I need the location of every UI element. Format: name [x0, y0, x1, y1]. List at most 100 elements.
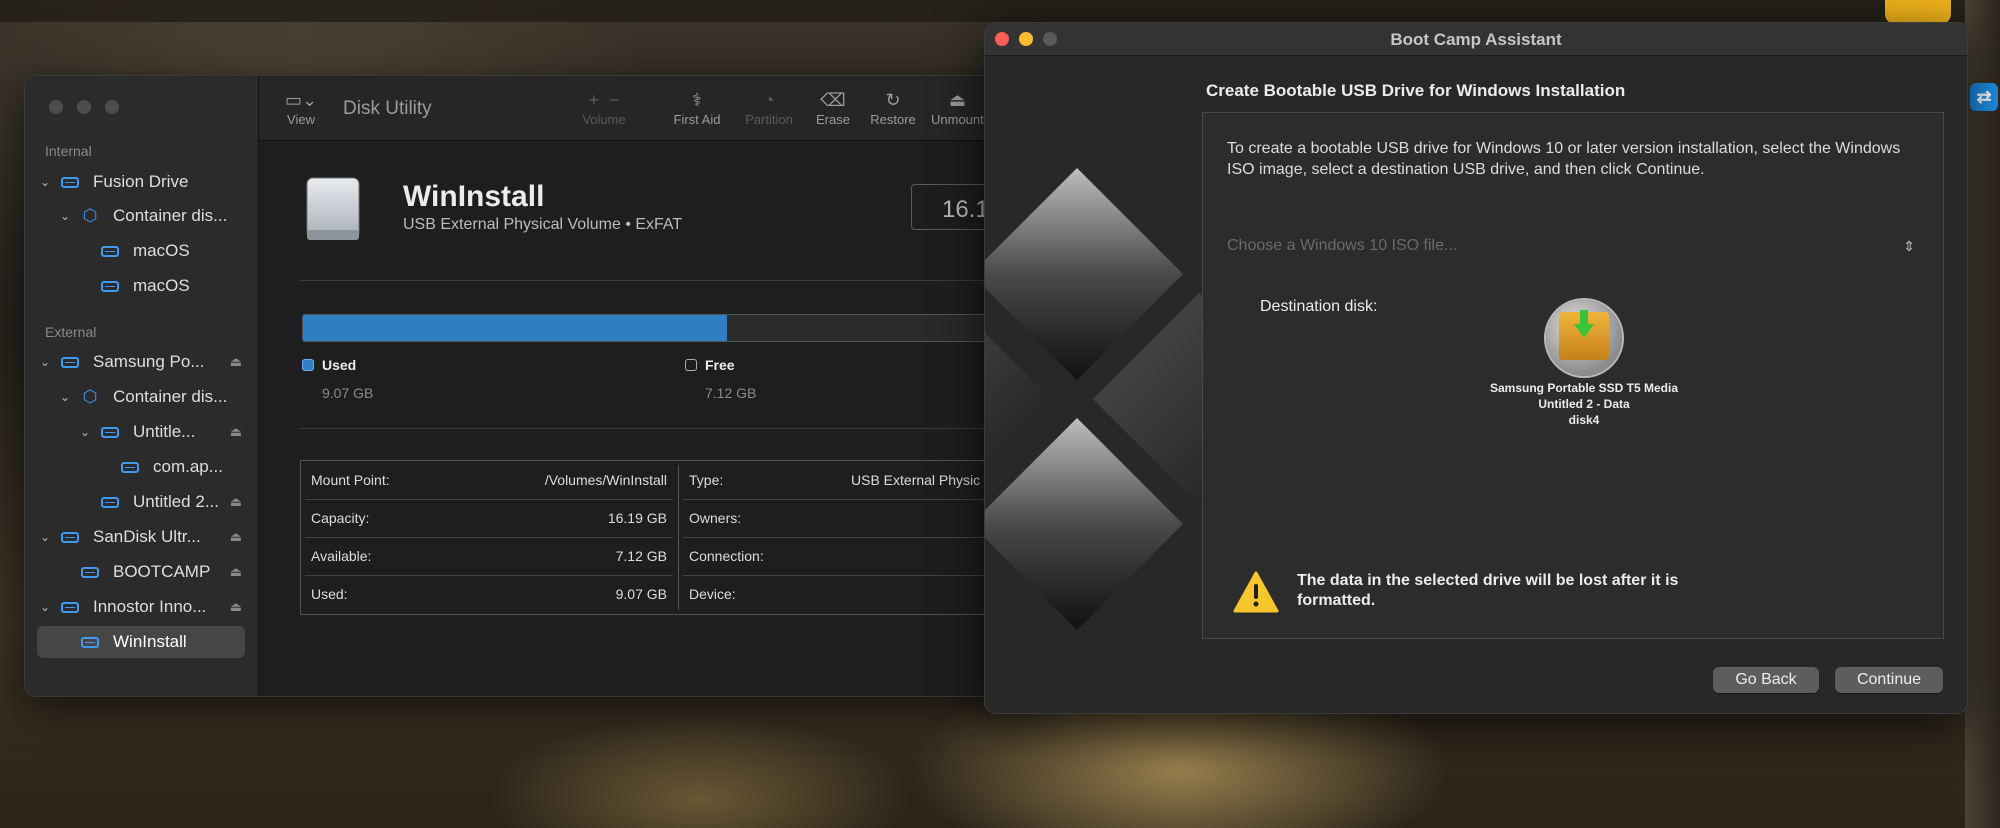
iso-file-select[interactable]: Choose a Windows 10 ISO file... ⇕: [1227, 231, 1923, 261]
plus-minus-icon: + −: [588, 90, 620, 110]
drive-id: disk4: [1568, 413, 1600, 427]
sidebar-section-internal: Internal: [45, 143, 92, 159]
disk-icon: [101, 426, 119, 438]
info-device: Device:: [689, 586, 736, 602]
teamviewer-icon[interactable]: ⇄: [1970, 83, 1998, 111]
sidebar-item-wininstall[interactable]: WinInstall: [57, 625, 242, 659]
legend-used: Used 9.07 GB: [302, 357, 373, 401]
disk-icon: [101, 280, 119, 292]
disk-icon: [101, 245, 119, 257]
volume-subtitle: USB External Physical Volume • ExFAT: [403, 216, 683, 233]
sidebar-item-untitled[interactable]: ⌄ Untitle... ⏏: [77, 415, 242, 449]
minimize-button[interactable]: [77, 100, 91, 114]
info-table: Mount Point: /Volumes/WinInstall Capacit…: [300, 460, 1025, 615]
sidebar-item-label: Untitled 2...: [133, 492, 219, 511]
info-owners: Owners:: [689, 510, 742, 526]
disk-icon: [101, 496, 119, 508]
usage-bar-used: [303, 315, 728, 341]
eject-icon[interactable]: ⏏: [230, 529, 242, 545]
content-panel: To create a bootable USB drive for Windo…: [1202, 112, 1944, 639]
info-available: Available: 7.12 GB: [311, 548, 667, 564]
chevron-down-icon[interactable]: ⌄: [37, 600, 53, 614]
sidebar-item-innostor[interactable]: ⌄ Innostor Inno... ⏏: [37, 590, 242, 624]
chevron-down-icon[interactable]: ⌄: [57, 209, 73, 223]
eject-icon[interactable]: ⏏: [230, 599, 242, 615]
volume-button[interactable]: + − Volume: [574, 88, 634, 127]
external-drive-icon: [302, 176, 372, 246]
sidebar-item-label: Innostor Inno...: [93, 597, 207, 616]
sidebar-item-label: BOOTCAMP: [113, 562, 211, 581]
sidebar-item-label: Container dis...: [113, 206, 228, 225]
sidebar-item-label: macOS: [133, 276, 190, 295]
chevron-down-icon[interactable]: ⌄: [77, 425, 93, 439]
title-bar: Boot Camp Assistant: [985, 23, 1967, 56]
sidebar-section-external: External: [45, 324, 97, 340]
divider: [299, 280, 1025, 281]
sidebar-item-fusion-drive[interactable]: ⌄ Fusion Drive: [37, 165, 242, 199]
sidebar-item-label: Container dis...: [113, 387, 228, 406]
sidebar: Internal External ⌄ Fusion Drive ⌄ ⬡ Con…: [25, 76, 259, 696]
disk-icon: [121, 461, 139, 473]
updown-chevron-icon: ⇕: [1903, 238, 1915, 254]
partition-button[interactable]: ◔ Partition: [737, 88, 801, 127]
sidebar-item-label: WinInstall: [113, 632, 187, 651]
erase-button[interactable]: ⌫ Erase: [811, 88, 855, 127]
chevron-down-icon[interactable]: ⌄: [37, 530, 53, 544]
sidebar-item-sandisk[interactable]: ⌄ SanDisk Ultr... ⏏: [37, 520, 242, 554]
sidebar-toggle-icon: ▭⌄: [284, 90, 318, 110]
usage-bar: [302, 314, 1025, 342]
sidebar-item-bootcamp[interactable]: BOOTCAMP ⏏: [57, 555, 242, 589]
info-capacity: Capacity: 16.19 GB: [311, 510, 667, 526]
sidebar-item-macos-2[interactable]: macOS: [77, 269, 242, 303]
container-icon: ⬡: [82, 206, 98, 225]
volume-name: WinInstall: [403, 180, 545, 213]
destination-drive[interactable]: Samsung Portable SSD T5 Media Untitled 2…: [1479, 300, 1689, 428]
restore-icon: ↻: [885, 90, 901, 110]
page-heading: Create Bootable USB Drive for Windows In…: [1206, 81, 1626, 100]
pie-icon: ◔: [763, 90, 775, 110]
toolbar: ▭⌄ View Disk Utility + − Volume ⚕ First …: [259, 76, 1025, 141]
sidebar-item-untitled-2[interactable]: Untitled 2... ⏏: [77, 485, 242, 519]
close-button[interactable]: [49, 100, 63, 114]
sidebar-item-container-1[interactable]: ⌄ ⬡ Container dis...: [57, 199, 242, 233]
first-aid-button[interactable]: ⚕ First Aid: [667, 88, 727, 127]
boot-camp-window: Boot Camp Assistant Create Bootable USB …: [984, 22, 1968, 714]
warning-icon: [1233, 571, 1283, 615]
restore-button[interactable]: ↻ Restore: [865, 88, 921, 127]
disk-icon: [61, 601, 79, 613]
continue-button[interactable]: Continue: [1835, 667, 1943, 693]
eject-icon[interactable]: ⏏: [230, 564, 242, 580]
stethoscope-icon: ⚕: [692, 90, 702, 110]
description: To create a bootable USB drive for Windo…: [1227, 140, 1901, 178]
sidebar-item-label: Fusion Drive: [93, 172, 189, 191]
sidebar-item-container-2[interactable]: ⌄ ⬡ Container dis...: [57, 380, 242, 414]
drive-volume: Untitled 2 - Data: [1538, 397, 1630, 411]
chevron-down-icon[interactable]: ⌄: [37, 175, 53, 189]
eject-icon[interactable]: ⏏: [230, 354, 242, 370]
sidebar-item-macos-1[interactable]: macOS: [77, 234, 242, 268]
window-controls: [49, 100, 119, 114]
view-button[interactable]: ▭⌄ View: [281, 88, 321, 127]
go-back-button[interactable]: Go Back: [1713, 667, 1819, 693]
chevron-down-icon[interactable]: ⌄: [37, 355, 53, 369]
eject-icon[interactable]: ⏏: [230, 494, 242, 510]
divider: [299, 428, 1025, 429]
disk-icon: [61, 356, 79, 368]
window-title: Disk Utility: [343, 98, 432, 119]
drive-download-icon: [1546, 300, 1622, 376]
used-swatch: [302, 359, 314, 371]
disk-icon: [81, 636, 99, 648]
zoom-button[interactable]: [105, 100, 119, 114]
disk-icon: [61, 176, 79, 188]
chevron-down-icon[interactable]: ⌄: [57, 390, 73, 404]
info-mount-point: Mount Point: /Volumes/WinInstall: [311, 472, 667, 488]
sidebar-item-com-ap[interactable]: com.ap...: [113, 450, 242, 484]
eject-icon[interactable]: ⏏: [230, 424, 242, 440]
disk-icon: [61, 531, 79, 543]
sidebar-item-samsung[interactable]: ⌄ Samsung Po... ⏏: [37, 345, 242, 379]
sidebar-item-label: macOS: [133, 241, 190, 260]
destination-label: Destination disk:: [1260, 298, 1378, 315]
wallpaper-beam: [0, 0, 2000, 22]
drive-name: Samsung Portable SSD T5 Media: [1489, 381, 1679, 395]
used-value: 9.07 GB: [322, 385, 374, 401]
